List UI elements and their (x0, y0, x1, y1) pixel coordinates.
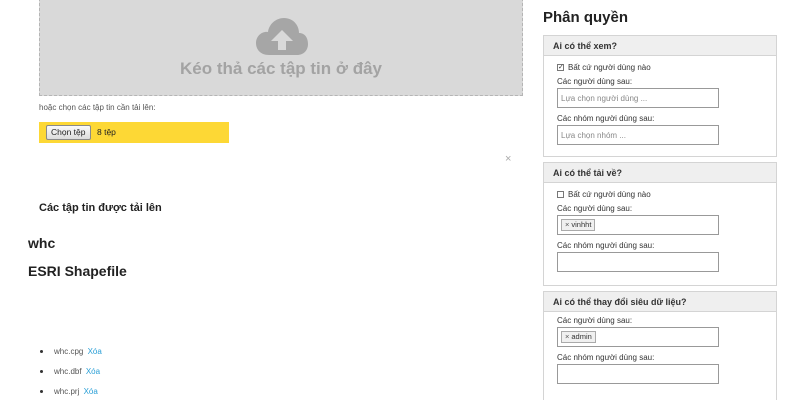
list-item: whc.prj Xóa (40, 387, 102, 400)
user-tag: × vinhht (561, 219, 596, 231)
download-permission-panel: Ai có thể tải về? Bất cứ người dùng nào … (543, 162, 777, 286)
file-count-label: 8 tệp (97, 127, 116, 137)
metadata-permission-panel: Ai có thể thay đổi siêu dữ liệu? Các ngư… (543, 291, 777, 400)
delete-file-link[interactable]: Xóa (86, 367, 100, 376)
metadata-users-input[interactable]: × admin (557, 327, 719, 347)
view-permission-panel: Ai có thể xem? ✓ Bất cứ người dùng nào C… (543, 35, 777, 157)
uploaded-file-list: whc.cpg Xóa whc.dbf Xóa whc.prj Xóa (40, 347, 102, 400)
delete-file-link[interactable]: Xóa (88, 347, 102, 356)
view-users-label: Các người dùng sau: (557, 77, 633, 86)
permissions-title: Phân quyền (543, 9, 629, 26)
close-icon[interactable]: × (505, 153, 511, 165)
download-permission-header: Ai có thể tải về? (544, 163, 776, 183)
download-users-label: Các người dùng sau: (557, 204, 633, 213)
file-name: whc.dbf (54, 367, 82, 376)
user-tag: × admin (561, 331, 596, 343)
file-name: whc.cpg (54, 347, 84, 356)
file-dropzone[interactable]: Kéo thả các tập tin ở đây (39, 0, 523, 96)
view-groups-input[interactable] (557, 125, 719, 145)
choose-files-hint: hoặc chọn các tập tin cần tải lên: (39, 103, 156, 112)
remove-tag-icon[interactable]: × (565, 332, 569, 341)
file-input-bar: Chọn tệp 8 tệp (39, 122, 229, 143)
list-item: whc.cpg Xóa (40, 347, 102, 367)
list-item: whc.dbf Xóa (40, 367, 102, 387)
uploaded-files-title: Các tập tin được tải lên (39, 202, 162, 214)
download-anyone-label: Bất cứ người dùng nào (568, 190, 651, 199)
metadata-users-label: Các người dùng sau: (557, 316, 633, 325)
download-anyone-checkbox[interactable] (557, 191, 564, 198)
delete-file-link[interactable]: Xóa (84, 387, 98, 396)
metadata-groups-input[interactable] (557, 364, 719, 384)
download-groups-label: Các nhóm người dùng sau: (557, 241, 655, 250)
download-groups-input[interactable] (557, 252, 719, 272)
metadata-permission-header: Ai có thể thay đổi siêu dữ liệu? (544, 292, 776, 312)
user-tag-label: admin (571, 332, 592, 341)
user-tag-label: vinhht (571, 220, 592, 229)
layer-type: ESRI Shapefile (28, 263, 127, 279)
layer-name: whc (28, 235, 56, 251)
metadata-groups-label: Các nhóm người dùng sau: (557, 353, 655, 362)
view-anyone-label: Bất cứ người dùng nào (568, 63, 651, 72)
bullet-icon (40, 370, 43, 373)
view-groups-label: Các nhóm người dùng sau: (557, 114, 655, 123)
drop-instruction: Kéo thả các tập tin ở đây (180, 59, 382, 78)
download-users-input[interactable]: × vinhht (557, 215, 719, 235)
cloud-upload-icon (256, 18, 308, 55)
choose-files-button[interactable]: Chọn tệp (46, 125, 91, 140)
view-permission-header: Ai có thể xem? (544, 36, 776, 56)
view-anyone-row[interactable]: ✓ Bất cứ người dùng nào (557, 63, 776, 77)
view-users-input[interactable] (557, 88, 719, 108)
download-anyone-row[interactable]: Bất cứ người dùng nào (557, 190, 776, 204)
remove-tag-icon[interactable]: × (565, 220, 569, 229)
bullet-icon (40, 350, 43, 353)
bullet-icon (40, 390, 43, 393)
view-anyone-checkbox[interactable]: ✓ (557, 64, 564, 71)
file-name: whc.prj (54, 387, 80, 396)
